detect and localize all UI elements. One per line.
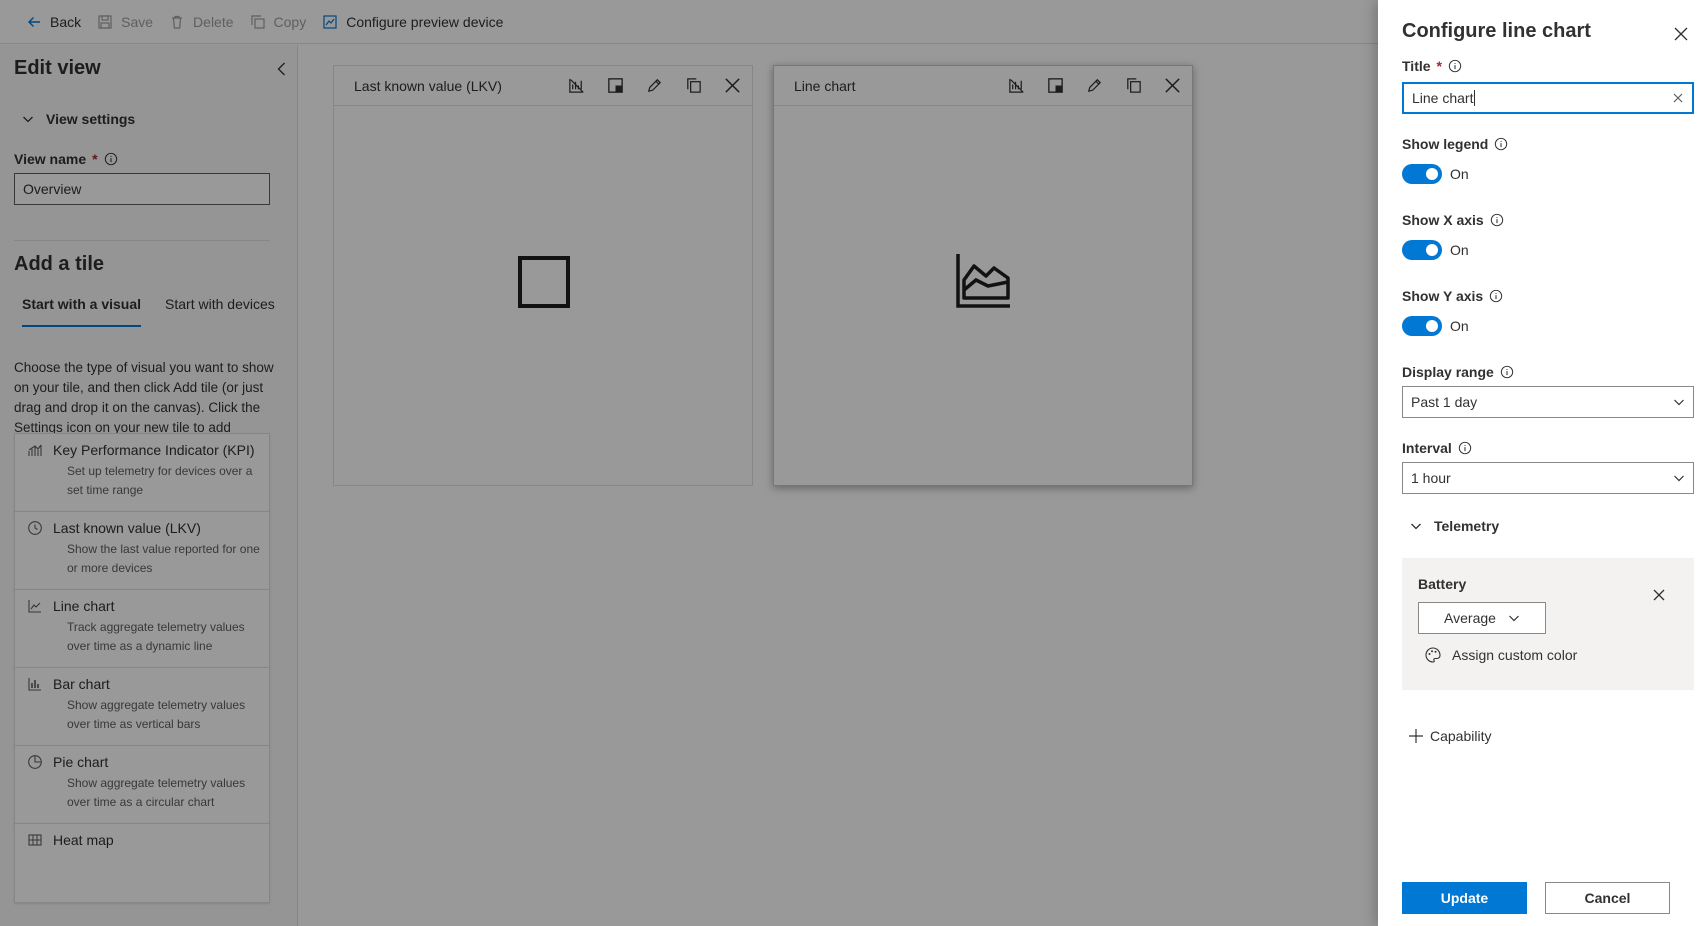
show-y-axis-label: Show Y axis bbox=[1402, 288, 1503, 304]
clear-icon[interactable] bbox=[1672, 92, 1684, 104]
info-icon[interactable] bbox=[1500, 365, 1514, 379]
show-y-axis-toggle[interactable]: On bbox=[1402, 316, 1469, 336]
toggle-state: On bbox=[1450, 242, 1469, 258]
telemetry-name: Battery bbox=[1418, 576, 1467, 592]
telemetry-section-toggle[interactable]: Telemetry bbox=[1410, 518, 1499, 534]
aggregation-dropdown[interactable]: Average bbox=[1418, 602, 1546, 634]
chevron-down-icon bbox=[1411, 523, 1421, 530]
info-icon[interactable] bbox=[1490, 213, 1504, 227]
interval-dropdown[interactable]: 1 hour bbox=[1402, 462, 1694, 494]
show-legend-toggle[interactable]: On bbox=[1402, 164, 1469, 184]
text-caret bbox=[1474, 90, 1476, 106]
chevron-down-icon bbox=[1674, 475, 1684, 482]
required-marker: * bbox=[1436, 58, 1442, 74]
toggle-switch[interactable] bbox=[1402, 240, 1442, 260]
close-icon[interactable] bbox=[1673, 26, 1689, 42]
title-input[interactable]: Line chart bbox=[1402, 82, 1694, 114]
show-legend-label-text: Show legend bbox=[1402, 136, 1489, 152]
info-icon[interactable] bbox=[1448, 59, 1462, 73]
info-icon[interactable] bbox=[1458, 441, 1472, 455]
title-label-text: Title bbox=[1402, 58, 1431, 74]
telemetry-item-card: Battery Average Assign custom color bbox=[1402, 558, 1694, 690]
info-icon[interactable] bbox=[1489, 289, 1503, 303]
display-range-label-text: Display range bbox=[1402, 364, 1494, 380]
toggle-state: On bbox=[1450, 166, 1469, 182]
palette-icon bbox=[1425, 647, 1441, 663]
aggregation-value: Average bbox=[1444, 610, 1496, 626]
chevron-down-icon bbox=[1509, 615, 1519, 622]
interval-label: Interval bbox=[1402, 440, 1472, 456]
configure-tile-panel: Configure line chart Title * Line chart S… bbox=[1378, 0, 1703, 926]
plus-icon bbox=[1409, 729, 1423, 743]
assign-custom-color-label: Assign custom color bbox=[1452, 647, 1578, 663]
close-icon[interactable] bbox=[1652, 588, 1666, 602]
interval-label-text: Interval bbox=[1402, 440, 1452, 456]
chevron-down-icon bbox=[1674, 399, 1684, 406]
show-legend-label: Show legend bbox=[1402, 136, 1508, 152]
show-x-axis-label-text: Show X axis bbox=[1402, 212, 1484, 228]
modal-overlay[interactable] bbox=[0, 0, 1378, 926]
update-button[interactable]: Update bbox=[1402, 882, 1527, 914]
display-range-label: Display range bbox=[1402, 364, 1514, 380]
toggle-switch[interactable] bbox=[1402, 316, 1442, 336]
add-capability-label: Capability bbox=[1430, 728, 1492, 744]
add-capability-button[interactable]: Capability bbox=[1408, 728, 1491, 744]
panel-title: Configure line chart bbox=[1402, 20, 1591, 42]
title-input-value: Line chart bbox=[1412, 90, 1474, 106]
display-range-value: Past 1 day bbox=[1411, 394, 1478, 410]
show-x-axis-label: Show X axis bbox=[1402, 212, 1504, 228]
info-icon[interactable] bbox=[1494, 137, 1508, 151]
interval-value: 1 hour bbox=[1411, 470, 1451, 486]
title-label: Title * bbox=[1402, 58, 1462, 74]
cancel-button[interactable]: Cancel bbox=[1545, 882, 1670, 914]
show-x-axis-toggle[interactable]: On bbox=[1402, 240, 1469, 260]
toggle-state: On bbox=[1450, 318, 1469, 334]
assign-custom-color-button[interactable]: Assign custom color bbox=[1424, 646, 1577, 664]
show-y-axis-label-text: Show Y axis bbox=[1402, 288, 1484, 304]
toggle-switch[interactable] bbox=[1402, 164, 1442, 184]
display-range-dropdown[interactable]: Past 1 day bbox=[1402, 386, 1694, 418]
telemetry-label: Telemetry bbox=[1434, 518, 1500, 534]
